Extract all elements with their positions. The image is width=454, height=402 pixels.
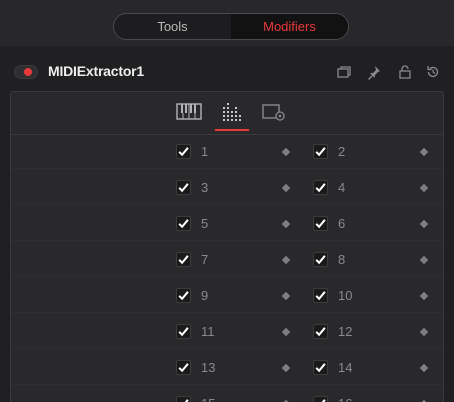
controls-tab-icon[interactable] <box>219 101 245 123</box>
top-bar: Tools Modifiers <box>0 0 454 46</box>
channel-row: 1516 <box>11 388 443 402</box>
lock-icon[interactable] <box>397 64 413 80</box>
channel-label: 2 <box>338 144 346 159</box>
channel-checkbox[interactable] <box>176 396 191 402</box>
keyframe-icon[interactable] <box>419 147 429 157</box>
keyframe-icon[interactable] <box>281 219 291 229</box>
channel-label: 10 <box>338 288 353 303</box>
keyframe-icon[interactable] <box>281 327 291 337</box>
channel-checkbox[interactable] <box>313 144 328 159</box>
active-tab-indicator <box>215 129 249 131</box>
tab-modifiers[interactable]: Modifiers <box>231 14 348 39</box>
channel-checkbox[interactable] <box>313 324 328 339</box>
panel-tabs <box>11 92 443 135</box>
keyframe-icon[interactable] <box>419 219 429 229</box>
midi-keyboard-tab-icon[interactable] <box>176 101 202 123</box>
keyframe-icon[interactable] <box>281 363 291 373</box>
channel-checkbox[interactable] <box>313 288 328 303</box>
channel-label: 16 <box>338 396 352 402</box>
channel-row: 12 <box>11 136 443 169</box>
channel-label: 9 <box>201 288 209 303</box>
node-header: MIDIExtractor1 <box>0 58 454 86</box>
channel-label: 8 <box>338 252 346 267</box>
channel-checkbox[interactable] <box>176 252 191 267</box>
keyframe-icon[interactable] <box>281 147 291 157</box>
channel-label: 15 <box>201 396 215 402</box>
channel-row: 34 <box>11 172 443 205</box>
channel-label: 6 <box>338 216 346 231</box>
keyframe-icon[interactable] <box>419 183 429 193</box>
channel-label: 13 <box>201 360 216 375</box>
channel-label: 11 <box>201 324 215 339</box>
channel-checkbox[interactable] <box>176 288 191 303</box>
channel-row: 13 14 <box>11 352 443 385</box>
channel-checkbox[interactable] <box>313 180 328 195</box>
channel-label: 1 <box>201 144 209 159</box>
channel-checkbox[interactable] <box>313 216 328 231</box>
channel-checkbox[interactable] <box>313 396 328 402</box>
channel-row: 56 <box>11 208 443 241</box>
channel-row: 11 12 <box>11 316 443 349</box>
node-name: MIDIExtractor1 <box>48 63 145 79</box>
node-enable-toggle[interactable] <box>14 65 38 79</box>
channel-label: 4 <box>338 180 346 195</box>
channel-checkbox[interactable] <box>176 324 191 339</box>
tools-modifiers-switch: Tools Modifiers <box>113 13 349 40</box>
channel-label: 7 <box>201 252 209 267</box>
channel-row: 78 <box>11 244 443 277</box>
channel-label: 12 <box>338 324 353 339</box>
channel-checkbox[interactable] <box>313 360 328 375</box>
channel-label: 14 <box>338 360 353 375</box>
reset-icon[interactable] <box>425 64 441 80</box>
settings-tab-icon[interactable] <box>261 101 287 123</box>
inspector-panel: 12345678910111213141516 <box>10 91 444 402</box>
keyframe-icon[interactable] <box>419 363 429 373</box>
channel-label: 3 <box>201 180 209 195</box>
keyframe-icon[interactable] <box>281 255 291 265</box>
keyframe-icon[interactable] <box>281 183 291 193</box>
channel-checkbox[interactable] <box>176 180 191 195</box>
pin-icon[interactable] <box>366 64 382 80</box>
channel-checkbox[interactable] <box>176 360 191 375</box>
channel-checkbox[interactable] <box>176 216 191 231</box>
keyframe-icon[interactable] <box>281 291 291 301</box>
channel-label: 5 <box>201 216 209 231</box>
tab-tools[interactable]: Tools <box>114 14 231 39</box>
channel-checkbox[interactable] <box>313 252 328 267</box>
channel-checkbox[interactable] <box>176 144 191 159</box>
collapse-icon[interactable] <box>336 64 352 80</box>
keyframe-icon[interactable] <box>419 291 429 301</box>
channel-row: 9 10 <box>11 280 443 313</box>
keyframe-icon[interactable] <box>419 327 429 337</box>
keyframe-icon[interactable] <box>419 255 429 265</box>
